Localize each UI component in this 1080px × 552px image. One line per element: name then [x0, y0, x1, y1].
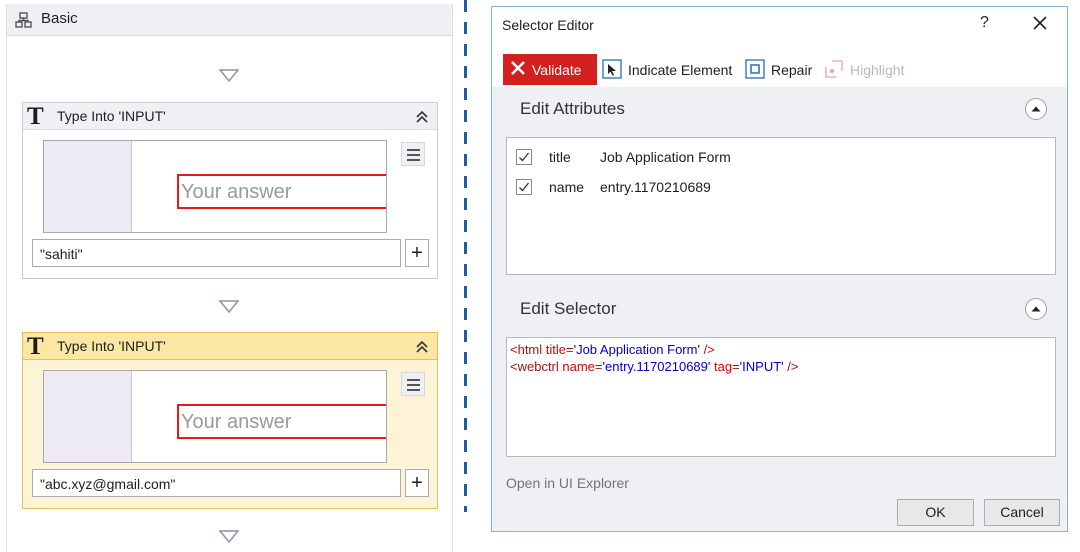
attribute-name: name — [549, 179, 585, 195]
attribute-value[interactable]: Job Application Form — [600, 149, 731, 165]
sequence-title: Basic — [41, 10, 78, 27]
options-menu-icon[interactable] — [401, 142, 425, 166]
collapse-icon[interactable] — [415, 340, 429, 354]
selector-line: <webctrl name='entry.1170210689' tag='IN… — [510, 359, 799, 374]
attribute-checkbox[interactable] — [516, 149, 532, 165]
preview-side-panel — [44, 141, 132, 232]
text-input-field[interactable]: "abc.xyz@gmail.com" — [32, 469, 401, 497]
text-input-value: "abc.xyz@gmail.com" — [40, 476, 176, 492]
attribute-checkbox[interactable] — [516, 179, 532, 195]
workflow-designer: Basic T Type Into 'INPUT' Your answer "s… — [6, 4, 453, 552]
text-input-field[interactable]: "sahiti" — [32, 239, 401, 267]
activity-header[interactable]: T Type Into 'INPUT' — [23, 103, 437, 130]
activity-type-into[interactable]: T Type Into 'INPUT' Your answer "sahiti"… — [22, 102, 438, 279]
activity-title: Type Into 'INPUT' — [57, 338, 166, 354]
options-menu-icon[interactable] — [401, 372, 425, 396]
dialog-titlebar[interactable]: Selector Editor ? — [492, 7, 1067, 43]
chevron-up-icon[interactable] — [1025, 98, 1047, 120]
ok-button[interactable]: OK — [897, 499, 974, 526]
help-button[interactable]: ? — [980, 14, 989, 32]
repair-label: Repair — [771, 62, 813, 78]
activity-title: Type Into 'INPUT' — [57, 108, 166, 124]
repair-icon — [745, 59, 765, 79]
attributes-list: title Job Application Form name entry.11… — [506, 137, 1056, 275]
edit-selector-title: Edit Selector — [520, 299, 617, 318]
highlight-icon — [825, 60, 843, 78]
edit-attributes-header: Edit Attributes — [506, 93, 1057, 127]
dashed-divider — [464, 0, 467, 512]
edit-attributes-title: Edit Attributes — [520, 99, 625, 118]
activity-body: Your answer "abc.xyz@gmail.com" + — [23, 360, 437, 508]
activity-type-into-selected[interactable]: T Type Into 'INPUT' Your answer "abc.xyz… — [22, 332, 438, 509]
cancel-button[interactable]: Cancel — [984, 499, 1060, 526]
type-into-icon: T — [27, 103, 44, 130]
activity-body: Your answer "sahiti" + — [23, 130, 437, 278]
type-into-icon: T — [27, 333, 44, 360]
edit-selector-header: Edit Selector — [506, 293, 1057, 327]
indicate-element-label: Indicate Element — [628, 62, 733, 78]
attribute-value[interactable]: entry.1170210689 — [600, 179, 711, 195]
selector-line: <html title='Job Application Form' /> — [510, 342, 715, 357]
validate-button[interactable]: Validate — [503, 54, 597, 85]
activity-header[interactable]: T Type Into 'INPUT' — [23, 333, 437, 360]
target-preview-image[interactable]: Your answer — [43, 140, 387, 233]
drop-arrow-icon[interactable] — [219, 530, 239, 544]
text-input-value: "sahiti" — [40, 246, 83, 262]
screen: Basic T Type Into 'INPUT' Your answer "s… — [0, 0, 1080, 552]
selector-toolbar: Validate Indicate Element Repair Highlig… — [492, 43, 1067, 87]
preview-placeholder: Your answer — [181, 181, 292, 203]
validate-x-icon — [511, 61, 525, 75]
close-icon[interactable] — [1031, 14, 1049, 32]
target-preview-image[interactable]: Your answer — [43, 370, 387, 463]
preview-input-highlight: Your answer — [177, 174, 386, 209]
drop-arrow-icon[interactable] — [219, 300, 239, 314]
open-in-ui-explorer-link[interactable]: Open in UI Explorer — [506, 475, 629, 491]
attribute-name: title — [549, 149, 571, 165]
add-expression-button[interactable]: + — [405, 239, 429, 267]
chevron-up-icon[interactable] — [1025, 298, 1047, 320]
preview-placeholder: Your answer — [181, 411, 292, 433]
selector-editor-dialog: Selector Editor ? Validate Indicate Elem… — [491, 6, 1068, 532]
add-expression-button[interactable]: + — [405, 469, 429, 497]
selector-text-area[interactable]: <html title='Job Application Form' /> <w… — [506, 337, 1056, 457]
validate-label: Validate — [532, 62, 582, 78]
dialog-title: Selector Editor — [502, 17, 594, 33]
sequence-icon — [15, 12, 32, 28]
highlight-label: Highlight — [850, 62, 905, 78]
preview-input-highlight: Your answer — [177, 404, 386, 439]
drop-arrow-icon[interactable] — [219, 69, 239, 83]
preview-side-panel — [44, 371, 132, 462]
collapse-icon[interactable] — [415, 110, 429, 124]
indicate-element-icon — [602, 59, 622, 79]
sequence-header[interactable]: Basic — [7, 4, 452, 36]
